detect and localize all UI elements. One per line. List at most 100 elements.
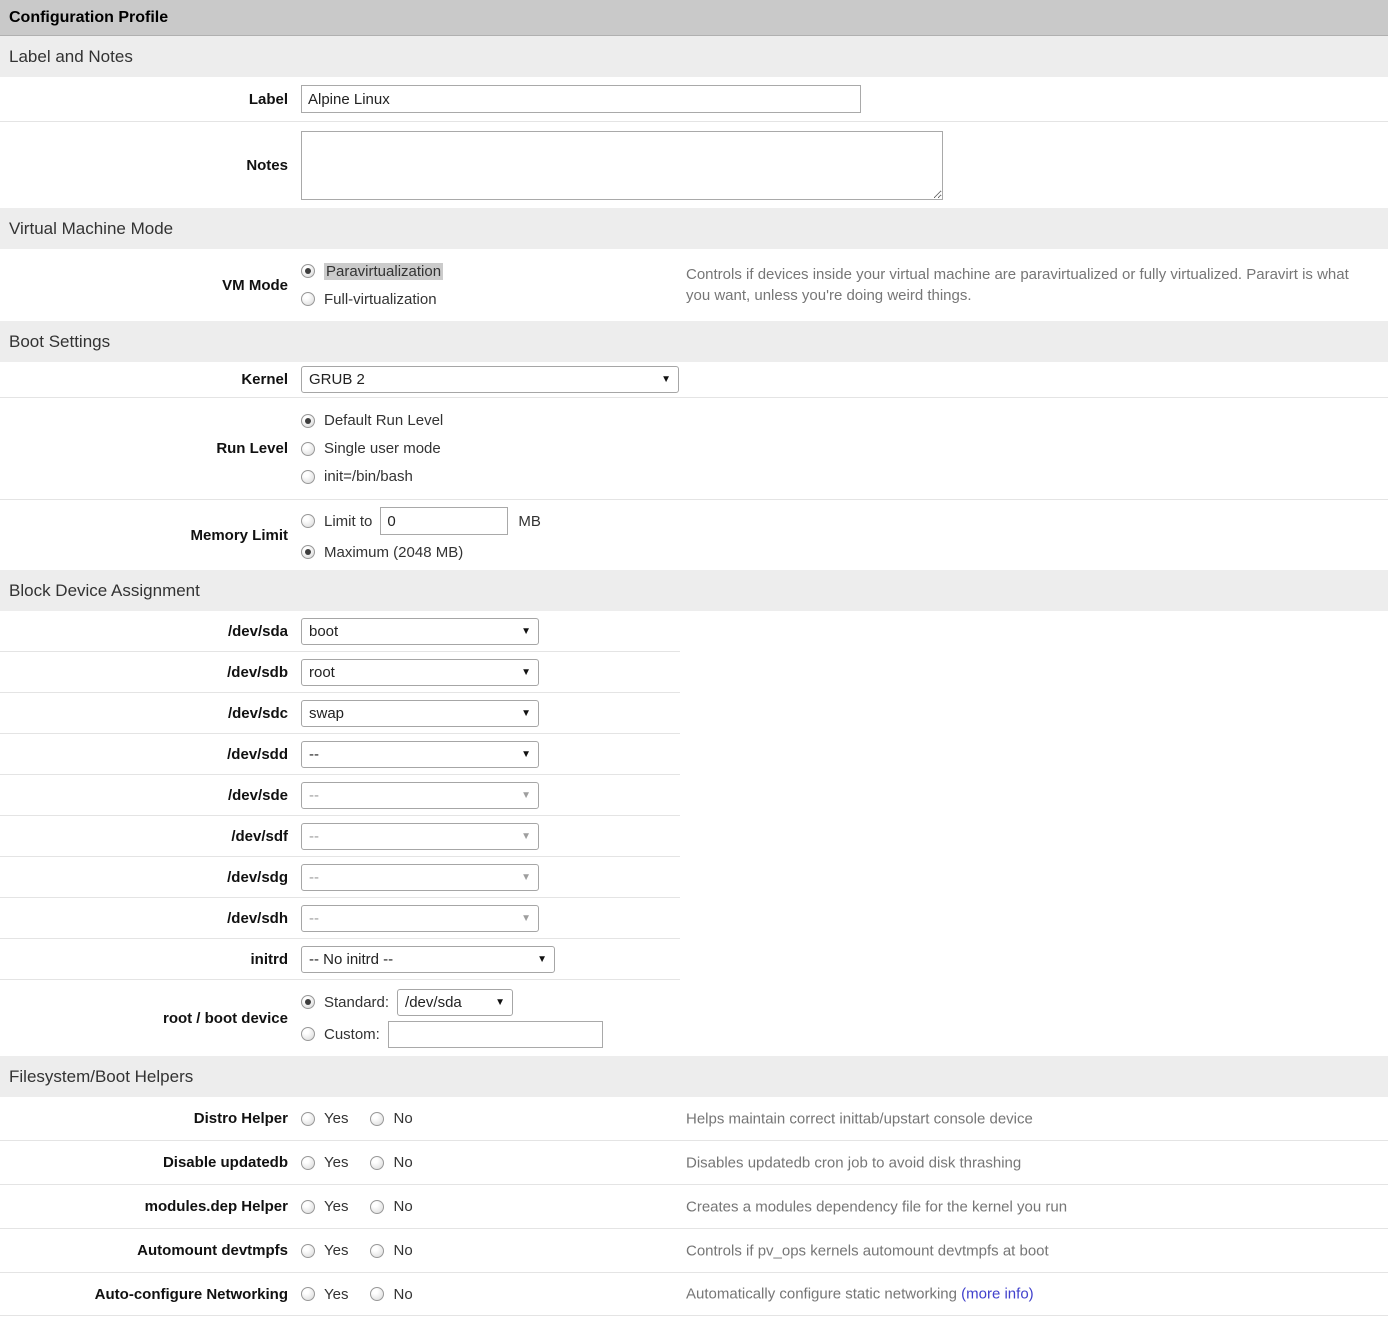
device-sdf-label: /dev/sdf <box>0 828 300 845</box>
device-sdc-select-value: swap <box>309 705 344 722</box>
kernel-select-value: GRUB 2 <box>309 371 365 388</box>
automount-devtmpfs-row: Automount devtmpfs Yes No Controls if pv… <box>0 1229 1388 1273</box>
block-device-row-sde: /dev/sde -- ▼ <box>0 775 1388 816</box>
section-block-device-assignment: Block Device Assignment <box>0 570 1388 611</box>
disable-updatedb-yes-radio[interactable] <box>301 1156 315 1170</box>
device-sdh-select-value: -- <box>309 910 319 927</box>
kernel-select[interactable]: GRUB 2 ▼ <box>301 366 679 393</box>
auto-configure-networking-label: Auto-configure Networking <box>0 1286 300 1303</box>
automount-devtmpfs-yes-radio[interactable] <box>301 1244 315 1258</box>
single-user-mode-radio[interactable] <box>301 442 315 456</box>
no-label: No <box>393 1110 412 1127</box>
yes-label: Yes <box>324 1242 348 1259</box>
standard-device-radio[interactable] <box>301 995 315 1009</box>
device-sdb-label: /dev/sdb <box>0 664 300 681</box>
device-sdd-select-value: -- <box>309 746 319 763</box>
dropdown-arrow-icon: ▼ <box>521 913 531 924</box>
dropdown-arrow-icon: ▼ <box>495 997 505 1008</box>
block-device-row-sdh: /dev/sdh -- ▼ <box>0 898 1388 939</box>
device-sda-select-value: boot <box>309 623 338 640</box>
notes-field-label: Notes <box>0 157 300 174</box>
no-label: No <box>393 1286 412 1303</box>
custom-device-label: Custom: <box>324 1026 380 1043</box>
device-sda-select[interactable]: boot ▼ <box>301 618 539 645</box>
device-sdh-select: -- ▼ <box>301 905 539 932</box>
device-sdc-select[interactable]: swap ▼ <box>301 700 539 727</box>
standard-device-select[interactable]: /dev/sda ▼ <box>397 989 513 1016</box>
page-title: Configuration Profile <box>0 0 1388 36</box>
yes-label: Yes <box>324 1154 348 1171</box>
single-user-mode-option-label: Single user mode <box>324 440 441 457</box>
section-virtual-machine-mode: Virtual Machine Mode <box>0 208 1388 249</box>
auto-configure-networking-yes-radio[interactable] <box>301 1287 315 1301</box>
device-sdb-select[interactable]: root ▼ <box>301 659 539 686</box>
device-sdb-select-value: root <box>309 664 335 681</box>
initrd-select[interactable]: -- No initrd -- ▼ <box>301 946 555 973</box>
init-bin-bash-radio[interactable] <box>301 470 315 484</box>
notes-textarea[interactable] <box>301 131 943 200</box>
automount-devtmpfs-no-radio[interactable] <box>370 1244 384 1258</box>
dropdown-arrow-icon: ▼ <box>521 708 531 719</box>
default-run-level-radio[interactable] <box>301 414 315 428</box>
paravirtualization-option-label: Paravirtualization <box>324 263 443 280</box>
maximum-memory-radio[interactable] <box>301 545 315 559</box>
full-virtualization-radio[interactable] <box>301 292 315 306</box>
distro-helper-yes-radio[interactable] <box>301 1112 315 1126</box>
disable-updatedb-no-radio[interactable] <box>370 1156 384 1170</box>
initrd-row: initrd -- No initrd -- ▼ <box>0 939 1388 980</box>
dropdown-arrow-icon: ▼ <box>521 790 531 801</box>
section-filesystem-boot-helpers: Filesystem/Boot Helpers <box>0 1056 1388 1097</box>
automount-devtmpfs-help: Controls if pv_ops kernels automount dev… <box>686 1240 1049 1261</box>
modules-dep-no-radio[interactable] <box>370 1200 384 1214</box>
device-sde-select-value: -- <box>309 787 319 804</box>
disable-updatedb-label: Disable updatedb <box>0 1154 300 1171</box>
paravirtualization-radio[interactable] <box>301 264 315 278</box>
no-label: No <box>393 1242 412 1259</box>
block-device-row-sdb: /dev/sdb root ▼ <box>0 652 1388 693</box>
no-label: No <box>393 1198 412 1215</box>
distro-helper-no-radio[interactable] <box>370 1112 384 1126</box>
device-sdc-label: /dev/sdc <box>0 705 300 722</box>
dropdown-arrow-icon: ▼ <box>661 374 671 385</box>
dropdown-arrow-icon: ▼ <box>521 626 531 637</box>
device-sde-select: -- ▼ <box>301 782 539 809</box>
device-sdf-select: -- ▼ <box>301 823 539 850</box>
vm-mode-label: VM Mode <box>0 277 300 294</box>
dropdown-arrow-icon: ▼ <box>521 749 531 760</box>
custom-device-input[interactable] <box>388 1021 603 1048</box>
device-sdg-select-value: -- <box>309 869 319 886</box>
kernel-label: Kernel <box>0 371 300 388</box>
initrd-label: initrd <box>0 951 300 968</box>
custom-device-radio[interactable] <box>301 1027 315 1041</box>
memory-limit-input[interactable] <box>380 507 508 535</box>
device-sdd-label: /dev/sdd <box>0 746 300 763</box>
distro-helper-label: Distro Helper <box>0 1110 300 1127</box>
section-boot-settings: Boot Settings <box>0 321 1388 362</box>
distro-helper-help: Helps maintain correct inittab/upstart c… <box>686 1108 1033 1129</box>
yes-label: Yes <box>324 1110 348 1127</box>
auto-configure-networking-help: Automatically configure static networkin… <box>686 1284 1034 1305</box>
root-boot-device-label: root / boot device <box>0 1010 300 1027</box>
auto-configure-networking-no-radio[interactable] <box>370 1287 384 1301</box>
device-sdd-select[interactable]: -- ▼ <box>301 741 539 768</box>
block-device-row-sdd: /dev/sdd -- ▼ <box>0 734 1388 775</box>
memory-limit-row: Memory Limit Limit to MB Maximum (2048 M… <box>0 500 1388 570</box>
label-input[interactable] <box>301 85 861 113</box>
initrd-select-value: -- No initrd -- <box>309 951 393 968</box>
distro-helper-row: Distro Helper Yes No Helps maintain corr… <box>0 1097 1388 1141</box>
block-device-row-sdf: /dev/sdf -- ▼ <box>0 816 1388 857</box>
label-row: Label <box>0 77 1388 122</box>
limit-to-radio[interactable] <box>301 514 315 528</box>
block-device-row-sdc: /dev/sdc swap ▼ <box>0 693 1388 734</box>
section-label-and-notes: Label and Notes <box>0 36 1388 77</box>
dropdown-arrow-icon: ▼ <box>521 831 531 842</box>
auto-configure-networking-row: Auto-configure Networking Yes No Automat… <box>0 1273 1388 1316</box>
notes-row: Notes <box>0 122 1388 208</box>
no-label: No <box>393 1154 412 1171</box>
maximum-memory-label: Maximum (2048 MB) <box>324 544 463 561</box>
limit-to-label: Limit to <box>324 513 372 530</box>
more-info-link[interactable]: (more info) <box>961 1286 1034 1303</box>
block-device-row-sda: /dev/sda boot ▼ <box>0 611 1388 652</box>
device-sdf-select-value: -- <box>309 828 319 845</box>
modules-dep-yes-radio[interactable] <box>301 1200 315 1214</box>
